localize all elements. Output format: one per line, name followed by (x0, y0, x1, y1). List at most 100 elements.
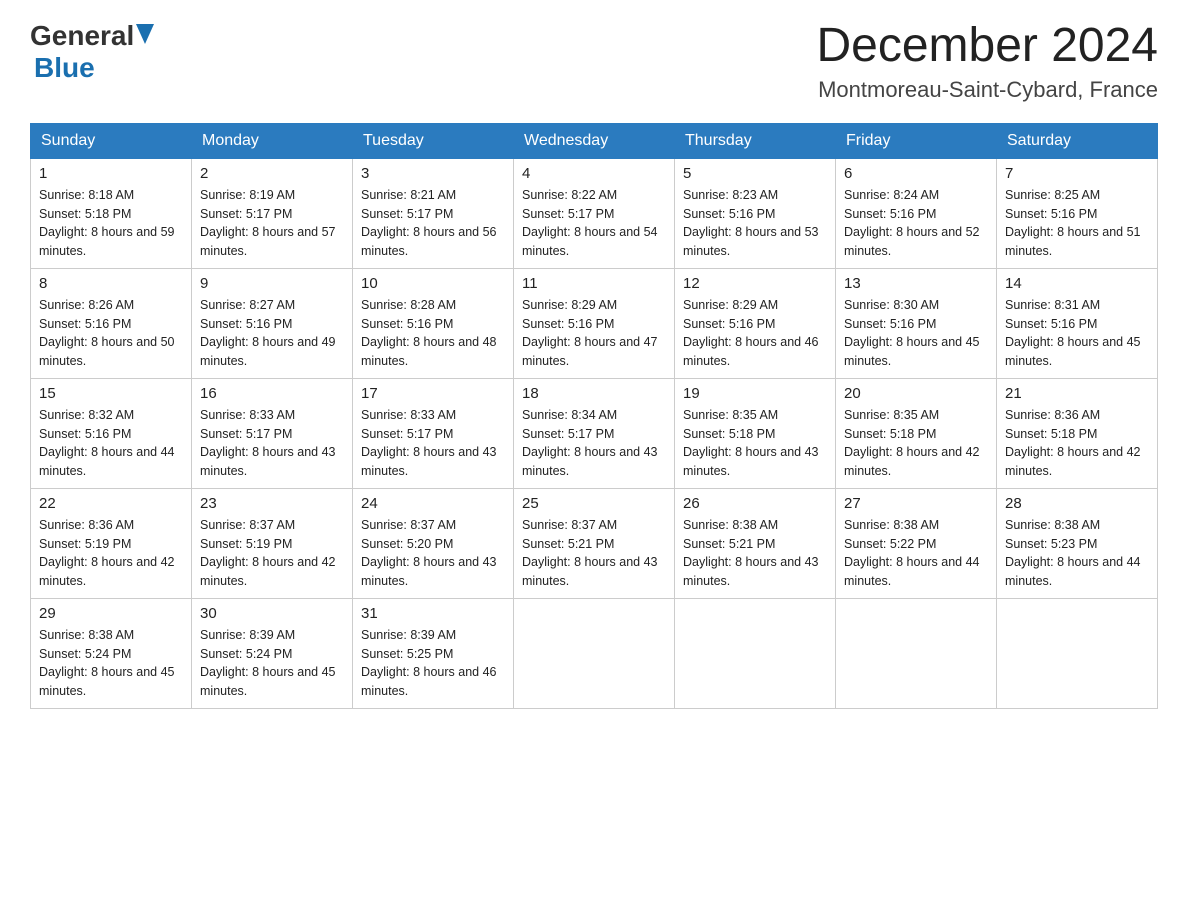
day-number: 4 (522, 165, 666, 182)
day-number: 11 (522, 275, 666, 292)
day-info: Sunrise: 8:29 AMSunset: 5:16 PMDaylight:… (522, 298, 658, 368)
day-number: 29 (39, 605, 183, 622)
day-number: 28 (1005, 495, 1149, 512)
calendar-cell: 30 Sunrise: 8:39 AMSunset: 5:24 PMDaylig… (192, 598, 353, 708)
calendar-cell: 17 Sunrise: 8:33 AMSunset: 5:17 PMDaylig… (353, 378, 514, 488)
calendar-cell: 16 Sunrise: 8:33 AMSunset: 5:17 PMDaylig… (192, 378, 353, 488)
calendar-cell (675, 598, 836, 708)
day-number: 25 (522, 495, 666, 512)
day-number: 27 (844, 495, 988, 512)
calendar-cell: 15 Sunrise: 8:32 AMSunset: 5:16 PMDaylig… (31, 378, 192, 488)
day-number: 15 (39, 385, 183, 402)
day-info: Sunrise: 8:37 AMSunset: 5:20 PMDaylight:… (361, 518, 497, 588)
logo: General Blue (30, 20, 154, 84)
calendar-cell: 29 Sunrise: 8:38 AMSunset: 5:24 PMDaylig… (31, 598, 192, 708)
calendar-cell: 6 Sunrise: 8:24 AMSunset: 5:16 PMDayligh… (836, 158, 997, 268)
page-header: General Blue December 2024 Montmoreau-Sa… (30, 20, 1158, 103)
calendar-cell: 19 Sunrise: 8:35 AMSunset: 5:18 PMDaylig… (675, 378, 836, 488)
day-number: 24 (361, 495, 505, 512)
day-info: Sunrise: 8:28 AMSunset: 5:16 PMDaylight:… (361, 298, 497, 368)
day-number: 16 (200, 385, 344, 402)
day-number: 9 (200, 275, 344, 292)
calendar-cell: 18 Sunrise: 8:34 AMSunset: 5:17 PMDaylig… (514, 378, 675, 488)
calendar-cell: 23 Sunrise: 8:37 AMSunset: 5:19 PMDaylig… (192, 488, 353, 598)
calendar-week-row: 22 Sunrise: 8:36 AMSunset: 5:19 PMDaylig… (31, 488, 1158, 598)
calendar-cell: 20 Sunrise: 8:35 AMSunset: 5:18 PMDaylig… (836, 378, 997, 488)
calendar-cell: 22 Sunrise: 8:36 AMSunset: 5:19 PMDaylig… (31, 488, 192, 598)
calendar-cell: 21 Sunrise: 8:36 AMSunset: 5:18 PMDaylig… (997, 378, 1158, 488)
calendar-cell: 11 Sunrise: 8:29 AMSunset: 5:16 PMDaylig… (514, 268, 675, 378)
calendar-cell: 1 Sunrise: 8:18 AMSunset: 5:18 PMDayligh… (31, 158, 192, 268)
weekday-header-saturday: Saturday (997, 123, 1158, 158)
calendar-cell: 12 Sunrise: 8:29 AMSunset: 5:16 PMDaylig… (675, 268, 836, 378)
day-info: Sunrise: 8:36 AMSunset: 5:18 PMDaylight:… (1005, 408, 1141, 478)
day-number: 13 (844, 275, 988, 292)
calendar-cell: 9 Sunrise: 8:27 AMSunset: 5:16 PMDayligh… (192, 268, 353, 378)
calendar-cell: 2 Sunrise: 8:19 AMSunset: 5:17 PMDayligh… (192, 158, 353, 268)
day-info: Sunrise: 8:23 AMSunset: 5:16 PMDaylight:… (683, 188, 819, 258)
day-number: 5 (683, 165, 827, 182)
day-number: 20 (844, 385, 988, 402)
calendar-week-row: 1 Sunrise: 8:18 AMSunset: 5:18 PMDayligh… (31, 158, 1158, 268)
day-number: 19 (683, 385, 827, 402)
day-number: 14 (1005, 275, 1149, 292)
day-number: 26 (683, 495, 827, 512)
day-info: Sunrise: 8:29 AMSunset: 5:16 PMDaylight:… (683, 298, 819, 368)
day-info: Sunrise: 8:31 AMSunset: 5:16 PMDaylight:… (1005, 298, 1141, 368)
day-number: 1 (39, 165, 183, 182)
day-info: Sunrise: 8:33 AMSunset: 5:17 PMDaylight:… (200, 408, 336, 478)
weekday-header-wednesday: Wednesday (514, 123, 675, 158)
day-number: 7 (1005, 165, 1149, 182)
calendar-cell: 8 Sunrise: 8:26 AMSunset: 5:16 PMDayligh… (31, 268, 192, 378)
calendar-cell: 5 Sunrise: 8:23 AMSunset: 5:16 PMDayligh… (675, 158, 836, 268)
day-info: Sunrise: 8:39 AMSunset: 5:24 PMDaylight:… (200, 628, 336, 698)
weekday-header-monday: Monday (192, 123, 353, 158)
day-info: Sunrise: 8:34 AMSunset: 5:17 PMDaylight:… (522, 408, 658, 478)
day-info: Sunrise: 8:38 AMSunset: 5:23 PMDaylight:… (1005, 518, 1141, 588)
day-number: 31 (361, 605, 505, 622)
calendar-table: SundayMondayTuesdayWednesdayThursdayFrid… (30, 123, 1158, 709)
day-number: 6 (844, 165, 988, 182)
calendar-cell: 7 Sunrise: 8:25 AMSunset: 5:16 PMDayligh… (997, 158, 1158, 268)
day-info: Sunrise: 8:38 AMSunset: 5:21 PMDaylight:… (683, 518, 819, 588)
calendar-cell (514, 598, 675, 708)
logo-blue-text: Blue (34, 52, 95, 84)
day-number: 30 (200, 605, 344, 622)
day-info: Sunrise: 8:18 AMSunset: 5:18 PMDaylight:… (39, 188, 175, 258)
day-number: 10 (361, 275, 505, 292)
day-info: Sunrise: 8:30 AMSunset: 5:16 PMDaylight:… (844, 298, 980, 368)
day-number: 18 (522, 385, 666, 402)
day-info: Sunrise: 8:37 AMSunset: 5:19 PMDaylight:… (200, 518, 336, 588)
day-info: Sunrise: 8:39 AMSunset: 5:25 PMDaylight:… (361, 628, 497, 698)
day-number: 12 (683, 275, 827, 292)
day-info: Sunrise: 8:38 AMSunset: 5:24 PMDaylight:… (39, 628, 175, 698)
logo-general-text: General (30, 20, 134, 52)
calendar-cell: 10 Sunrise: 8:28 AMSunset: 5:16 PMDaylig… (353, 268, 514, 378)
day-info: Sunrise: 8:33 AMSunset: 5:17 PMDaylight:… (361, 408, 497, 478)
logo-arrow-icon (136, 24, 154, 44)
day-number: 3 (361, 165, 505, 182)
day-info: Sunrise: 8:19 AMSunset: 5:17 PMDaylight:… (200, 188, 336, 258)
day-info: Sunrise: 8:37 AMSunset: 5:21 PMDaylight:… (522, 518, 658, 588)
day-info: Sunrise: 8:35 AMSunset: 5:18 PMDaylight:… (844, 408, 980, 478)
calendar-cell: 13 Sunrise: 8:30 AMSunset: 5:16 PMDaylig… (836, 268, 997, 378)
day-info: Sunrise: 8:38 AMSunset: 5:22 PMDaylight:… (844, 518, 980, 588)
calendar-cell: 26 Sunrise: 8:38 AMSunset: 5:21 PMDaylig… (675, 488, 836, 598)
day-number: 17 (361, 385, 505, 402)
calendar-cell: 27 Sunrise: 8:38 AMSunset: 5:22 PMDaylig… (836, 488, 997, 598)
day-info: Sunrise: 8:25 AMSunset: 5:16 PMDaylight:… (1005, 188, 1141, 258)
weekday-header-sunday: Sunday (31, 123, 192, 158)
calendar-cell (997, 598, 1158, 708)
weekday-header-thursday: Thursday (675, 123, 836, 158)
calendar-cell (836, 598, 997, 708)
day-info: Sunrise: 8:21 AMSunset: 5:17 PMDaylight:… (361, 188, 497, 258)
location-subtitle: Montmoreau-Saint-Cybard, France (816, 77, 1158, 103)
calendar-week-row: 15 Sunrise: 8:32 AMSunset: 5:16 PMDaylig… (31, 378, 1158, 488)
day-info: Sunrise: 8:36 AMSunset: 5:19 PMDaylight:… (39, 518, 175, 588)
calendar-cell: 25 Sunrise: 8:37 AMSunset: 5:21 PMDaylig… (514, 488, 675, 598)
title-block: December 2024 Montmoreau-Saint-Cybard, F… (816, 20, 1158, 103)
day-info: Sunrise: 8:22 AMSunset: 5:17 PMDaylight:… (522, 188, 658, 258)
calendar-cell: 3 Sunrise: 8:21 AMSunset: 5:17 PMDayligh… (353, 158, 514, 268)
day-number: 8 (39, 275, 183, 292)
day-number: 23 (200, 495, 344, 512)
